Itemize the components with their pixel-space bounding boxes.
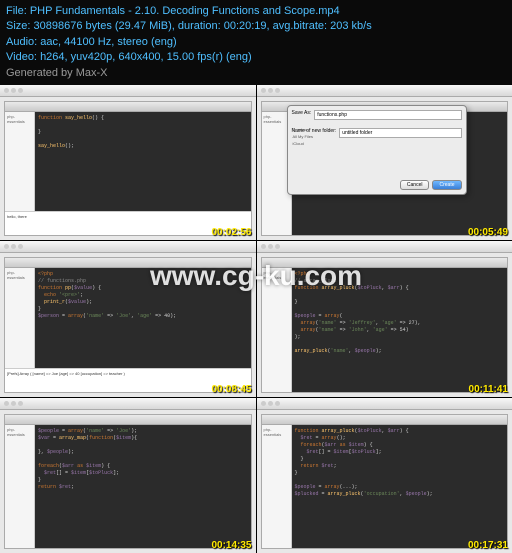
thumbnail-3: php-essentials <?php// functions.phpfunc…	[0, 241, 256, 396]
thumbnail-5: php-essentials $people = array('name' =>…	[0, 398, 256, 553]
file-sidebar: php-essentials	[5, 425, 35, 548]
thumbnail-6: php-essentials function array_pluck($toP…	[257, 398, 512, 553]
location-item[interactable]: iCloud	[292, 140, 332, 147]
dialog-sidebar: Dropbox All My Files iCloud	[292, 126, 332, 147]
timestamp: 00:11:41	[469, 384, 508, 395]
mac-menubar	[0, 398, 256, 410]
location-item[interactable]: Dropbox	[292, 126, 332, 133]
file-sidebar: php-essentials	[5, 268, 35, 367]
code-editor-window: php-essentials function array_pluck($toP…	[261, 414, 509, 549]
video-label: Video:	[6, 51, 37, 63]
thumbnail-2: php-essentials $person['name'];Jeffrey S…	[257, 85, 512, 240]
audio-value: aac, 44100 Hz, stereo (eng)	[40, 36, 176, 48]
thumbnail-4: php-essentials <?php// array_pluckfuncti…	[257, 241, 512, 396]
file-sidebar: php-essentials	[262, 425, 292, 548]
video-value: h264, yuv420p, 640x400, 15.00 fps(r) (en…	[40, 51, 252, 63]
mac-menubar	[257, 241, 512, 253]
timestamp: 00:05:49	[468, 227, 508, 238]
filename-input[interactable]	[314, 110, 461, 120]
code-area: function say_hello() {}say_hello();	[35, 112, 251, 211]
code-area: <?php// functions.phpfunction pp($value)…	[35, 268, 251, 367]
timestamp: 00:17:31	[468, 540, 508, 551]
file-label: File:	[6, 5, 27, 17]
code-editor-window: php-essentials <?php// array_pluckfuncti…	[261, 257, 509, 392]
code-editor-window: php-essentials <?php// functions.phpfunc…	[4, 257, 252, 392]
timestamp: 00:14:35	[211, 540, 251, 551]
cancel-button[interactable]: Cancel	[400, 180, 430, 190]
folder-input[interactable]	[339, 128, 461, 138]
code-area: function array_pluck($toPluck, $arr) { $…	[292, 425, 508, 548]
code-area: $people = array('name' => 'Joe');$var = …	[35, 425, 251, 548]
create-button[interactable]: Create	[432, 180, 461, 190]
thumbnail-grid: php-essentials function say_hello() {}sa…	[0, 85, 512, 553]
mac-menubar	[257, 85, 512, 97]
thumbnail-1: php-essentials function say_hello() {}sa…	[0, 85, 256, 240]
size-label: Size:	[6, 20, 30, 32]
code-area: <?php// array_pluckfunction array_pluck(…	[292, 268, 508, 391]
save-dialog[interactable]: Save As: Name of new folder: Dropbox All…	[287, 105, 467, 195]
media-info-header: File: PHP Fundamentals - 2.10. Decoding …	[0, 0, 512, 85]
file-value: PHP Fundamentals - 2.10. Decoding Functi…	[30, 5, 340, 17]
size-value: 30898676 bytes (29.47 MiB), duration: 00…	[34, 20, 372, 32]
generated-by: Generated by Max-X	[6, 66, 506, 81]
location-item[interactable]: All My Files	[292, 133, 332, 140]
code-editor-window: php-essentials $people = array('name' =>…	[4, 414, 252, 549]
mac-menubar	[0, 241, 256, 253]
audio-label: Audio:	[6, 36, 37, 48]
file-sidebar: php-essentials	[262, 268, 292, 391]
file-sidebar: php-essentials	[5, 112, 35, 211]
timestamp: 00:02:56	[211, 227, 251, 238]
code-editor-window: php-essentials function say_hello() {}sa…	[4, 101, 252, 236]
mac-menubar	[0, 85, 256, 97]
timestamp: 00:08:45	[211, 384, 251, 395]
mac-menubar	[257, 398, 512, 410]
save-as-label: Save As:	[292, 110, 312, 120]
